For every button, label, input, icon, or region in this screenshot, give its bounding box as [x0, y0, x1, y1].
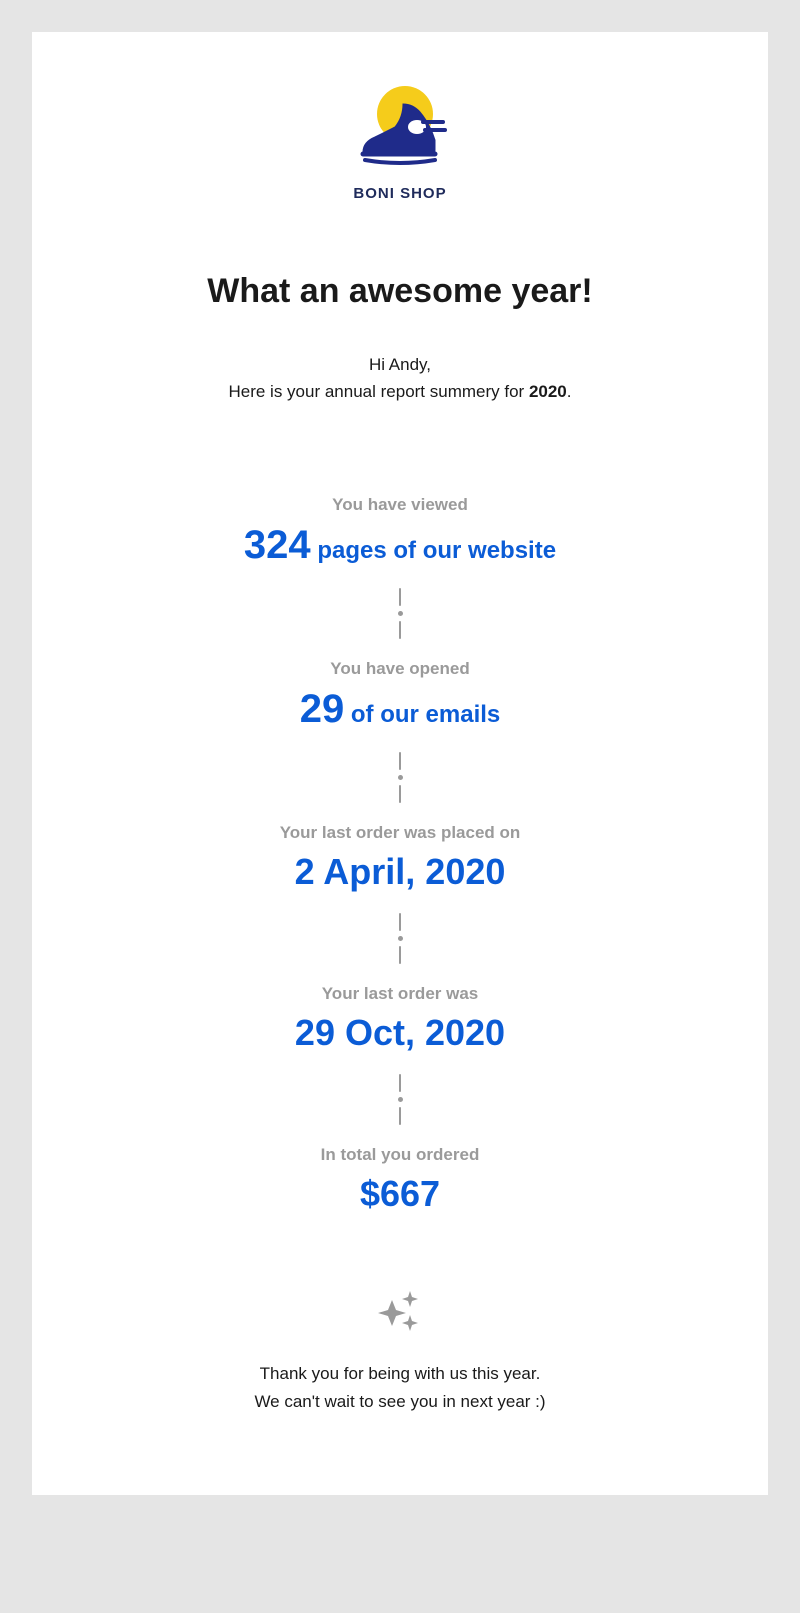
closing-line-1: Thank you for being with us this year. — [260, 1364, 541, 1383]
brand-name: BONI SHOP — [72, 185, 728, 202]
stat-total: In total you ordered $667 — [72, 1145, 728, 1215]
stat-value: 2 April, 2020 — [72, 851, 728, 893]
connector-icon — [72, 913, 728, 964]
stat-value: 324 pages of our website — [72, 523, 728, 568]
greeting: Hi Andy, — [369, 355, 431, 374]
stat-suffix: of our emails — [344, 701, 500, 728]
stat-label: In total you ordered — [72, 1145, 728, 1165]
stat-number: 324 — [244, 523, 311, 567]
stat-emails: You have opened 29 of our emails — [72, 659, 728, 732]
intro-suffix: . — [567, 382, 572, 401]
stat-label: Your last order was placed on — [72, 823, 728, 843]
stats-list: You have viewed 324 pages of our website… — [72, 495, 728, 1215]
stat-label: You have viewed — [72, 495, 728, 515]
page-headline: What an awesome year! — [72, 272, 728, 311]
shoe-logo-icon — [345, 82, 455, 177]
stat-first-order: Your last order was placed on 2 April, 2… — [72, 823, 728, 893]
logo-block: BONI SHOP — [72, 82, 728, 202]
connector-icon — [72, 752, 728, 803]
closing-line-2: We can't wait to see you in next year :) — [254, 1392, 545, 1411]
stat-last-order: Your last order was 29 Oct, 2020 — [72, 984, 728, 1054]
intro-prefix: Here is your annual report summery for — [228, 382, 528, 401]
connector-icon — [72, 1074, 728, 1125]
intro-text: Hi Andy, Here is your annual report summ… — [72, 351, 728, 405]
intro-year: 2020 — [529, 382, 567, 401]
stat-number: 29 — [300, 687, 345, 731]
sparkles-icon — [72, 1285, 728, 1340]
stat-value: 29 Oct, 2020 — [72, 1012, 728, 1054]
stat-pages: You have viewed 324 pages of our website — [72, 495, 728, 568]
stat-label: You have opened — [72, 659, 728, 679]
email-card: BONI SHOP What an awesome year! Hi Andy,… — [32, 32, 768, 1495]
stat-suffix: pages of our website — [311, 537, 556, 564]
closing-text: Thank you for being with us this year. W… — [72, 1360, 728, 1414]
connector-icon — [72, 588, 728, 639]
stat-value: $667 — [72, 1173, 728, 1215]
stat-label: Your last order was — [72, 984, 728, 1004]
stat-value: 29 of our emails — [72, 687, 728, 732]
